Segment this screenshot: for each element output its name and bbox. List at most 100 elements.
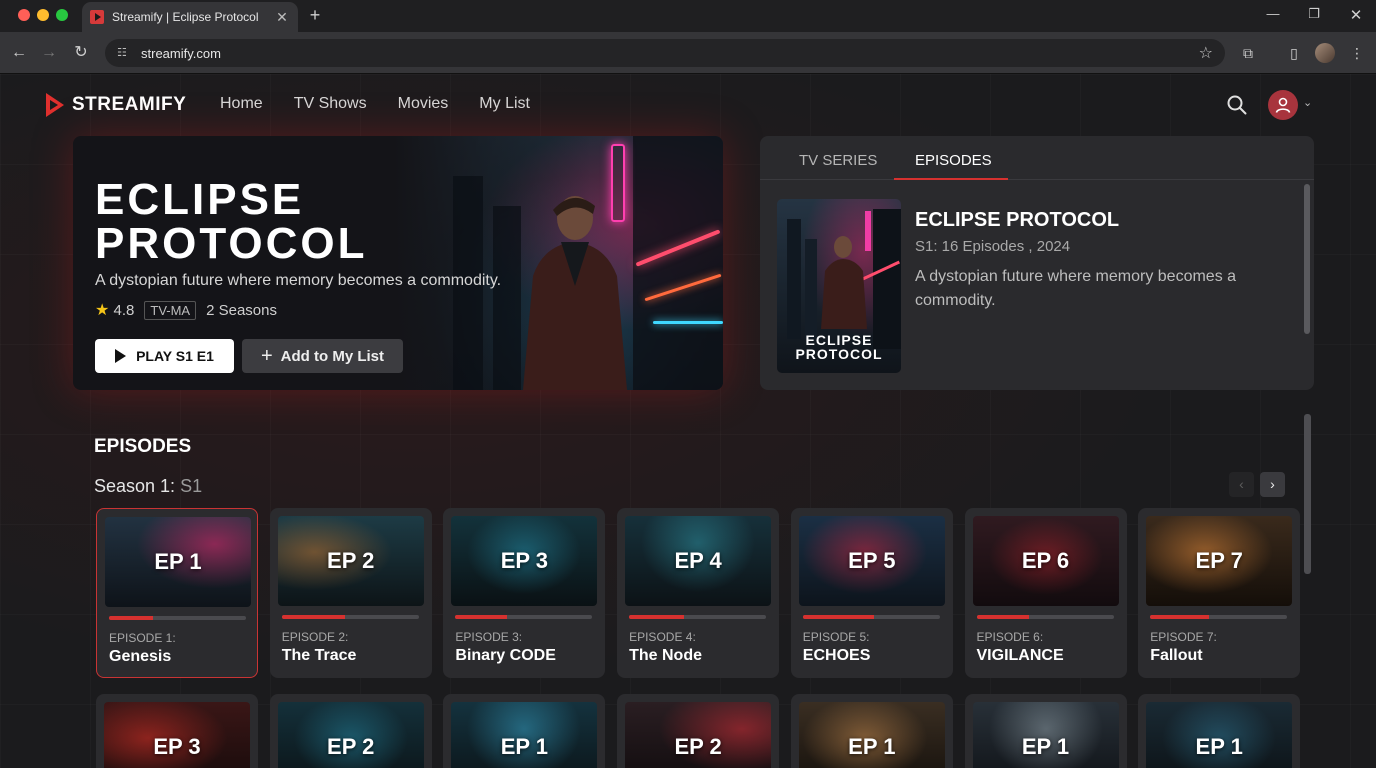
play-button[interactable]: PLAY S1 E1 bbox=[95, 339, 234, 373]
browser-tab[interactable]: Streamify | Eclipse Protocol ✕ bbox=[82, 2, 298, 32]
episode-thumbnail[interactable]: EP 2 bbox=[277, 702, 424, 768]
browser-tab-strip: Streamify | Eclipse Protocol ✕ + — ❐ ✕ bbox=[0, 0, 1376, 32]
episode-thumbnail-label: EP 2 bbox=[327, 548, 375, 573]
hero-title: ECLIPSE PROTOCOL bbox=[95, 178, 368, 266]
episode-progress-bar bbox=[281, 615, 419, 619]
reload-icon[interactable]: ↻ bbox=[70, 42, 92, 64]
episode-thumbnail[interactable]: EP 1 bbox=[798, 702, 945, 768]
episode-card[interactable]: EP 1 bbox=[964, 694, 1127, 768]
episode-thumbnail[interactable]: EP 1 bbox=[105, 517, 251, 607]
play-icon bbox=[115, 349, 127, 363]
tab-close-icon[interactable]: ✕ bbox=[274, 9, 290, 26]
episode-thumbnail-label: EP 3 bbox=[153, 734, 201, 759]
poster-title-line2: PROTOCOL bbox=[795, 346, 883, 362]
close-window-icon[interactable]: ✕ bbox=[1346, 6, 1366, 24]
browser-menu-icon[interactable]: ⋮ bbox=[1347, 43, 1367, 63]
episode-thumbnail[interactable]: EP 1 bbox=[1146, 702, 1293, 768]
carousel-next-button[interactable]: › bbox=[1260, 472, 1285, 497]
episode-card[interactable]: EP 5 EPISODE 5: ECHOES bbox=[790, 508, 953, 678]
neon-strip bbox=[653, 321, 723, 324]
add-to-list-button[interactable]: + Add to My List bbox=[242, 339, 403, 373]
user-avatar[interactable] bbox=[1268, 90, 1298, 120]
plus-icon: + bbox=[260, 345, 273, 367]
episode-progress-bar bbox=[802, 615, 940, 619]
extensions-icon[interactable]: ⧉ bbox=[1238, 43, 1258, 63]
episode-thumbnail-label: EP 2 bbox=[674, 734, 722, 759]
episode-thumbnail-label: EP 1 bbox=[154, 549, 202, 574]
episode-thumbnail[interactable]: EP 2 bbox=[625, 702, 772, 768]
info-panel-scrollbar[interactable] bbox=[1304, 184, 1310, 334]
user-icon bbox=[1275, 97, 1291, 113]
bookmark-star-icon[interactable]: ☆ bbox=[1199, 43, 1213, 63]
url-text[interactable]: streamify.com bbox=[141, 46, 1199, 61]
tab-tv-series[interactable]: TV SERIES bbox=[799, 152, 877, 169]
chevron-down-icon[interactable]: ⌄ bbox=[1303, 96, 1312, 109]
hero-building bbox=[633, 136, 723, 390]
episodes-scrollbar[interactable] bbox=[1304, 414, 1311, 574]
episode-thumbnail[interactable]: EP 3 bbox=[104, 702, 250, 768]
episode-title: The Trace bbox=[281, 647, 357, 664]
restore-icon[interactable]: ❐ bbox=[1304, 6, 1324, 22]
series-poster[interactable]: ECLIPSE PROTOCOL bbox=[777, 199, 901, 373]
episode-number: EPISODE 2: bbox=[281, 630, 349, 644]
new-tab-button[interactable]: + bbox=[305, 5, 325, 26]
episode-thumbnail[interactable]: EP 7 bbox=[1146, 516, 1293, 606]
star-icon: ★ bbox=[95, 302, 110, 319]
info-tabs: TV SERIES EPISODES bbox=[760, 136, 1314, 180]
episode-card[interactable]: EP 1 bbox=[1138, 694, 1301, 768]
streamify-logo[interactable]: STREAMIFY bbox=[46, 93, 186, 117]
carousel-prev-button[interactable]: ‹ bbox=[1229, 472, 1254, 497]
episode-thumbnail-label: EP 1 bbox=[848, 734, 896, 759]
episode-thumbnail[interactable]: EP 3 bbox=[451, 516, 598, 606]
browser-profile-avatar[interactable] bbox=[1315, 43, 1335, 63]
side-panel-icon[interactable]: ▯ bbox=[1284, 43, 1304, 63]
episode-card[interactable]: EP 2 bbox=[269, 694, 432, 768]
address-bar[interactable]: ☷ streamify.com ☆ bbox=[105, 39, 1225, 67]
episode-progress-bar bbox=[1150, 615, 1288, 619]
back-arrow-icon[interactable]: ← bbox=[8, 42, 30, 64]
episode-thumbnail[interactable]: EP 5 bbox=[798, 516, 945, 606]
episode-thumbnail[interactable]: EP 1 bbox=[451, 702, 598, 768]
episode-card[interactable]: EP 6 EPISODE 6: VIGILANCE bbox=[964, 508, 1127, 678]
streamify-page: STREAMIFY Home TV Shows Movies My List ⌄ bbox=[0, 74, 1376, 768]
episodes-heading: EPISODES bbox=[94, 436, 192, 457]
hero-banner: ECLIPSE PROTOCOL A dystopian future wher… bbox=[73, 136, 723, 390]
episode-number: EPISODE 7: bbox=[1150, 630, 1217, 644]
season-value: S1 bbox=[180, 476, 203, 496]
episode-card[interactable]: EP 3 bbox=[96, 694, 258, 768]
episode-card[interactable]: EP 7 EPISODE 7: Fallout bbox=[1138, 508, 1301, 678]
minimize-icon[interactable]: — bbox=[1263, 6, 1283, 21]
episode-thumbnail[interactable]: EP 6 bbox=[972, 516, 1119, 606]
nav-home[interactable]: Home bbox=[220, 95, 263, 113]
episode-title: Fallout bbox=[1150, 647, 1203, 664]
episode-card[interactable]: EP 2 bbox=[617, 694, 780, 768]
episode-card[interactable]: EP 1 EPISODE 1: Genesis bbox=[96, 508, 258, 678]
site-header: STREAMIFY Home TV Shows Movies My List ⌄ bbox=[0, 74, 1366, 136]
search-icon[interactable] bbox=[1226, 94, 1248, 116]
episode-thumbnail-label: EP 5 bbox=[848, 548, 896, 573]
episode-progress-fill bbox=[281, 615, 345, 619]
window-minimize-dot[interactable] bbox=[37, 9, 49, 21]
tab-episodes[interactable]: EPISODES bbox=[915, 152, 992, 169]
episode-card[interactable]: EP 1 bbox=[790, 694, 953, 768]
forward-arrow-icon[interactable]: → bbox=[38, 42, 60, 64]
episode-thumbnail[interactable]: EP 1 bbox=[972, 702, 1119, 768]
hero-title-line1: ECLIPSE bbox=[95, 175, 305, 224]
rating-value: 4.8 bbox=[113, 302, 135, 319]
site-info-icon[interactable]: ☷ bbox=[117, 46, 131, 60]
episode-card[interactable]: EP 1 bbox=[443, 694, 606, 768]
window-close-dot[interactable] bbox=[18, 9, 30, 21]
episode-progress-fill bbox=[802, 615, 875, 619]
nav-my-list[interactable]: My List bbox=[479, 95, 530, 113]
episode-card[interactable]: EP 2 EPISODE 2: The Trace bbox=[269, 508, 432, 678]
episode-title: The Node bbox=[629, 647, 702, 664]
nav-movies[interactable]: Movies bbox=[398, 95, 449, 113]
episode-card[interactable]: EP 4 EPISODE 4: The Node bbox=[617, 508, 780, 678]
window-zoom-dot[interactable] bbox=[56, 9, 68, 21]
episode-thumbnail[interactable]: EP 2 bbox=[277, 516, 424, 606]
episode-card[interactable]: EP 3 EPISODE 3: Binary CODE bbox=[443, 508, 606, 678]
season-selector[interactable]: Season 1: S1 bbox=[94, 476, 202, 497]
episode-thumbnail[interactable]: EP 4 bbox=[625, 516, 772, 606]
episode-progress-fill bbox=[455, 615, 508, 619]
nav-tv-shows[interactable]: TV Shows bbox=[294, 95, 367, 113]
